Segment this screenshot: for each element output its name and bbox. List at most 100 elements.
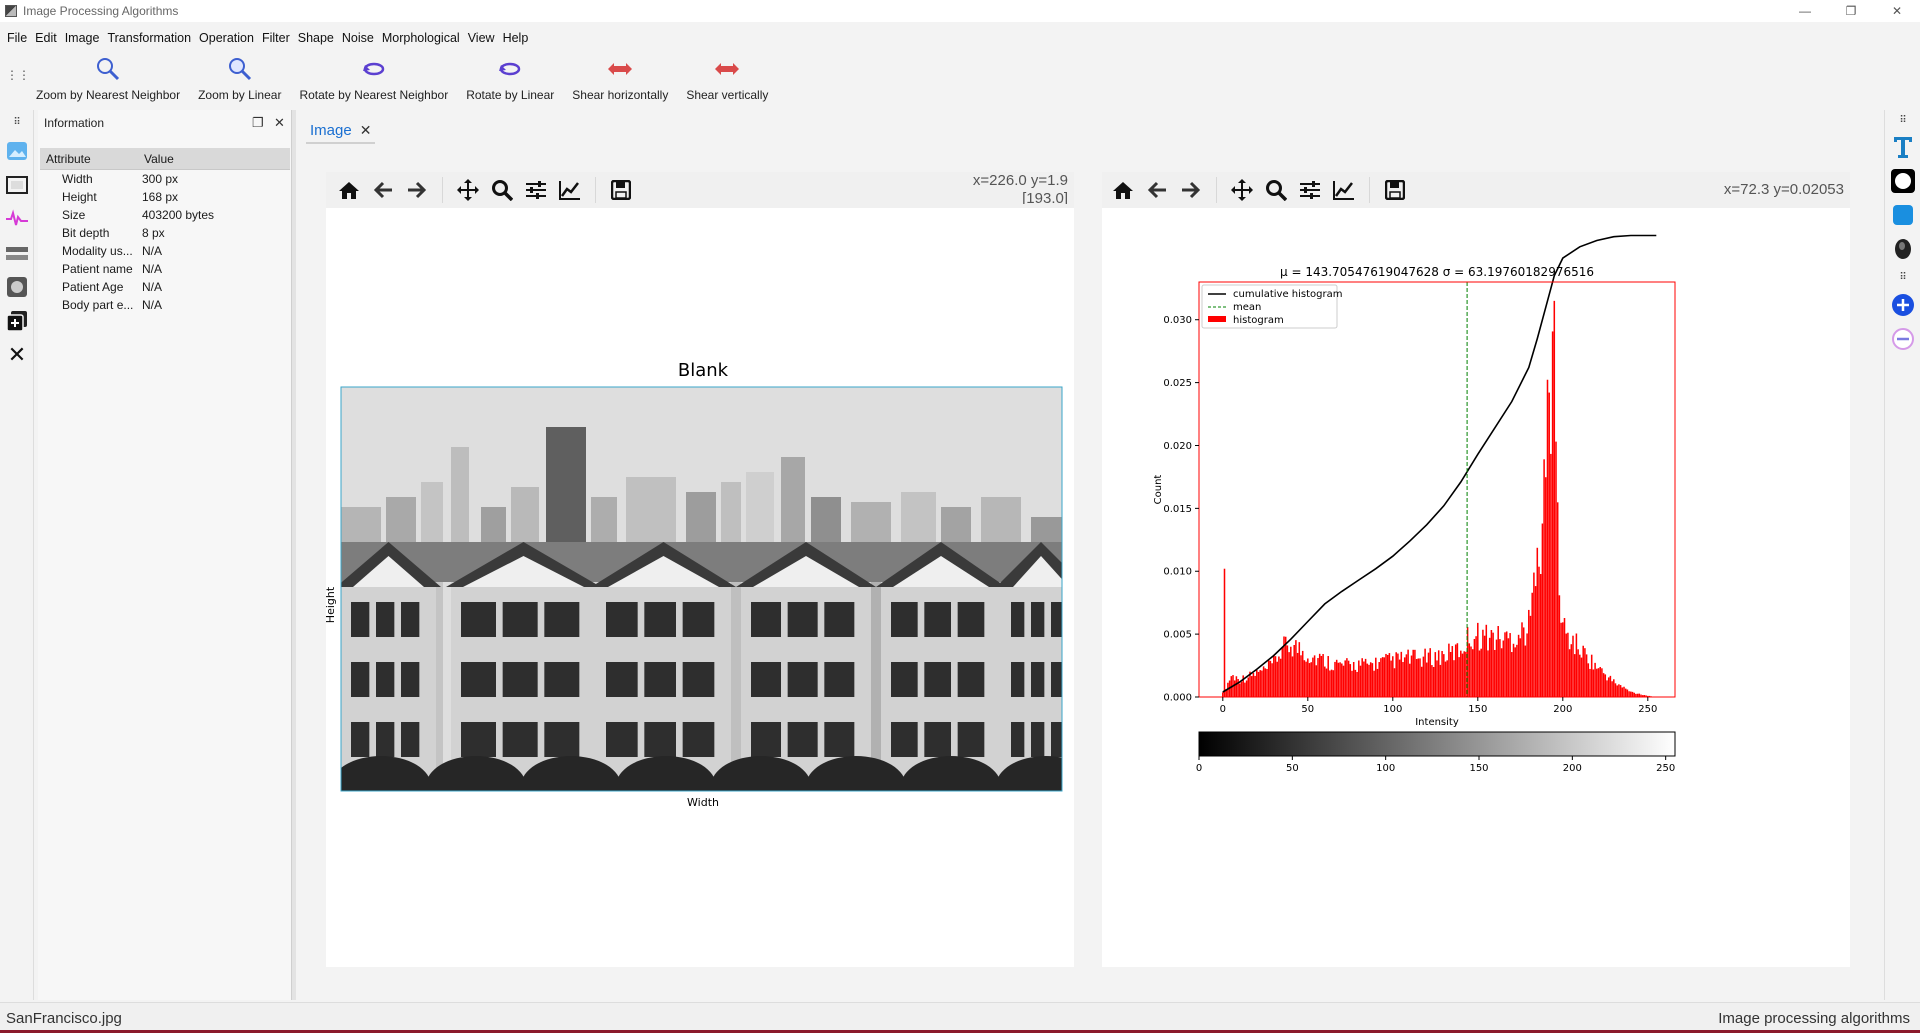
rotate-linear-button[interactable]: Rotate by Linear bbox=[458, 52, 562, 102]
y-tick-label: 0.015 bbox=[1163, 504, 1192, 515]
table-row[interactable]: Patient Age N/A bbox=[40, 278, 290, 296]
column-header-value[interactable]: Value bbox=[138, 152, 174, 166]
add-layer-icon[interactable] bbox=[0, 304, 34, 338]
histogram-bar bbox=[1393, 668, 1396, 697]
circle-shape-icon[interactable] bbox=[1885, 164, 1920, 198]
histogram-bar bbox=[1352, 661, 1355, 697]
table-row[interactable]: Patient name N/A bbox=[40, 260, 290, 278]
information-title: Information bbox=[44, 116, 105, 130]
edit-axes-icon[interactable] bbox=[1327, 173, 1361, 207]
table-row[interactable]: Bit depth 8 px bbox=[40, 224, 290, 242]
value-cell: N/A bbox=[142, 280, 163, 294]
toolbar-grip-icon[interactable]: ⋮⋮ bbox=[6, 69, 30, 81]
image-x-label: Width bbox=[687, 796, 719, 809]
zoom-nearest-icon bbox=[97, 58, 120, 81]
back-arrow-icon[interactable] bbox=[1140, 173, 1174, 207]
histogram-bar bbox=[1529, 615, 1532, 697]
histogram-bar bbox=[1330, 669, 1333, 697]
zoom-linear-button[interactable]: Zoom by Linear bbox=[190, 52, 289, 102]
menu-file[interactable]: File bbox=[3, 31, 31, 45]
shear-horizontal-button[interactable]: Shear horizontally bbox=[564, 52, 676, 102]
menu-filter[interactable]: Filter bbox=[258, 31, 294, 45]
image-coordinate-readout: x=226.0 y=1.9 [193.0] bbox=[973, 172, 1068, 204]
table-row[interactable]: Height 168 px bbox=[40, 188, 290, 206]
dock-grip-icon[interactable]: ⠿ bbox=[0, 110, 34, 134]
zoom-out-icon[interactable] bbox=[1885, 322, 1920, 356]
zoom-icon[interactable] bbox=[485, 173, 519, 207]
tab-close-icon[interactable]: ✕ bbox=[360, 122, 372, 139]
forward-arrow-icon[interactable] bbox=[1174, 173, 1208, 207]
right-dock-grip-2-icon[interactable]: ⠿ bbox=[1885, 266, 1920, 288]
image-thumbnail-icon[interactable] bbox=[0, 134, 34, 168]
configure-subplots-icon[interactable] bbox=[1293, 173, 1327, 207]
histogram-bar bbox=[1322, 654, 1324, 697]
menu-view[interactable]: View bbox=[464, 31, 499, 45]
table-row[interactable]: Body part e... N/A bbox=[40, 296, 290, 314]
close-dock-icon[interactable]: ✕ bbox=[0, 338, 34, 372]
table-row[interactable]: Modality us... N/A bbox=[40, 242, 290, 260]
histogram-bar bbox=[1329, 670, 1331, 697]
close-window-button[interactable]: ✕ bbox=[1874, 0, 1920, 22]
float-panel-icon[interactable]: ❐ bbox=[252, 115, 264, 131]
configure-subplots-icon[interactable] bbox=[519, 173, 553, 207]
image-frame-icon[interactable] bbox=[0, 168, 34, 202]
menu-morphological[interactable]: Morphological bbox=[378, 31, 464, 45]
histogram-bar bbox=[1519, 638, 1522, 697]
histogram-bar bbox=[1432, 666, 1435, 697]
histogram-bar bbox=[1364, 658, 1367, 697]
histogram-bar bbox=[1585, 654, 1588, 697]
forward-arrow-icon[interactable] bbox=[400, 173, 434, 207]
zoom-nearest-button[interactable]: Zoom by Nearest Neighbor bbox=[28, 52, 188, 102]
histogram-bar bbox=[1507, 638, 1510, 697]
right-dock-grip-icon[interactable]: ⠿ bbox=[1885, 110, 1920, 130]
close-panel-icon[interactable]: ✕ bbox=[274, 115, 285, 131]
rotate-nearest-button[interactable]: Rotate by Nearest Neighbor bbox=[291, 52, 456, 102]
histogram-legend: cumulative histogram mean histogram bbox=[1201, 284, 1342, 329]
edit-axes-icon[interactable] bbox=[553, 173, 587, 207]
menu-image[interactable]: Image bbox=[61, 31, 104, 45]
tab-image[interactable]: Image ✕ bbox=[306, 122, 375, 139]
menu-shape[interactable]: Shape bbox=[294, 31, 338, 45]
zoom-in-icon[interactable] bbox=[1885, 288, 1920, 322]
ellipse-shape-icon[interactable] bbox=[1885, 232, 1920, 266]
shear-vertical-button[interactable]: Shear vertically bbox=[678, 52, 776, 102]
histogram-bar bbox=[1609, 675, 1612, 697]
home-icon[interactable] bbox=[332, 173, 366, 207]
menu-bar: File Edit Image Transformation Operation… bbox=[0, 26, 532, 50]
text-tool-icon[interactable] bbox=[1885, 130, 1920, 164]
pan-icon[interactable] bbox=[1225, 173, 1259, 207]
menu-help[interactable]: Help bbox=[499, 31, 533, 45]
home-icon[interactable] bbox=[1106, 173, 1140, 207]
histogram-bar bbox=[1334, 661, 1336, 697]
table-row[interactable]: Size 403200 bytes bbox=[40, 206, 290, 224]
histogram-bar bbox=[1446, 660, 1448, 697]
histogram-bar bbox=[1369, 662, 1372, 697]
restore-button[interactable]: ❐ bbox=[1828, 0, 1874, 22]
minimize-button[interactable]: — bbox=[1782, 0, 1828, 22]
histogram-bar bbox=[1524, 645, 1527, 697]
table-row[interactable]: Width 300 px bbox=[40, 170, 290, 188]
back-arrow-icon[interactable] bbox=[366, 173, 400, 207]
histogram-bar bbox=[1235, 676, 1238, 697]
save-figure-icon[interactable] bbox=[604, 173, 638, 207]
histogram-bar bbox=[1453, 660, 1455, 697]
menu-operation[interactable]: Operation bbox=[195, 31, 258, 45]
column-header-attribute[interactable]: Attribute bbox=[40, 152, 138, 166]
pan-icon[interactable] bbox=[451, 173, 485, 207]
signal-icon[interactable] bbox=[0, 202, 34, 236]
filter-strip-icon[interactable] bbox=[0, 236, 34, 270]
value-cell: 300 px bbox=[142, 172, 179, 186]
histogram-bar bbox=[1363, 661, 1365, 697]
histogram-bar bbox=[1366, 663, 1369, 697]
grayscale-face-icon[interactable] bbox=[0, 270, 34, 304]
histogram-bar bbox=[1492, 632, 1494, 697]
menu-edit[interactable]: Edit bbox=[31, 31, 61, 45]
menu-transformation[interactable]: Transformation bbox=[103, 31, 195, 45]
histogram-bar bbox=[1388, 653, 1391, 697]
zoom-icon[interactable] bbox=[1259, 173, 1293, 207]
menu-noise[interactable]: Noise bbox=[338, 31, 378, 45]
histogram-bar bbox=[1233, 680, 1236, 697]
rectangle-shape-icon[interactable] bbox=[1885, 198, 1920, 232]
histogram-bar bbox=[1337, 662, 1340, 697]
save-figure-icon[interactable] bbox=[1378, 173, 1412, 207]
